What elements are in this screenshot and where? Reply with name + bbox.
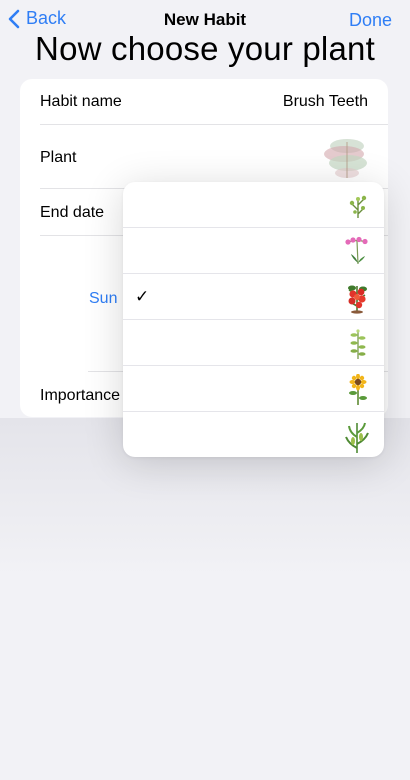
corn-plant-icon (345, 422, 369, 453)
importance-label: Importance (40, 387, 121, 404)
plant-label: Plant (40, 149, 77, 166)
plant-option[interactable] (123, 412, 384, 457)
plant-option[interactable] (123, 320, 384, 366)
selected-plant-thumbnail-icon[interactable] (324, 134, 370, 180)
plant-option[interactable] (123, 228, 384, 274)
plant-picker-menu: ✓ (123, 182, 384, 457)
sprout-plant-icon (349, 195, 367, 218)
end-date-label: End date (40, 204, 105, 221)
day-sun-button[interactable]: Sun (89, 290, 117, 308)
plant-option[interactable] (123, 182, 384, 228)
tomato-plant-icon (348, 285, 367, 314)
page-headline: Now choose your plant (35, 30, 375, 67)
habit-name-value[interactable]: Brush Teeth (283, 93, 368, 111)
tall-sprout-plant-icon (350, 329, 366, 359)
checkmark-icon: ✓ (135, 287, 150, 306)
pink-orchid-plant-icon (345, 236, 368, 265)
plant-option-selected[interactable]: ✓ (123, 274, 384, 320)
row-divider (40, 124, 388, 125)
sunflower-plant-icon (349, 374, 367, 405)
habit-name-label: Habit name (40, 93, 122, 110)
plant-option[interactable] (123, 366, 384, 412)
done-button[interactable]: Done (349, 10, 392, 31)
